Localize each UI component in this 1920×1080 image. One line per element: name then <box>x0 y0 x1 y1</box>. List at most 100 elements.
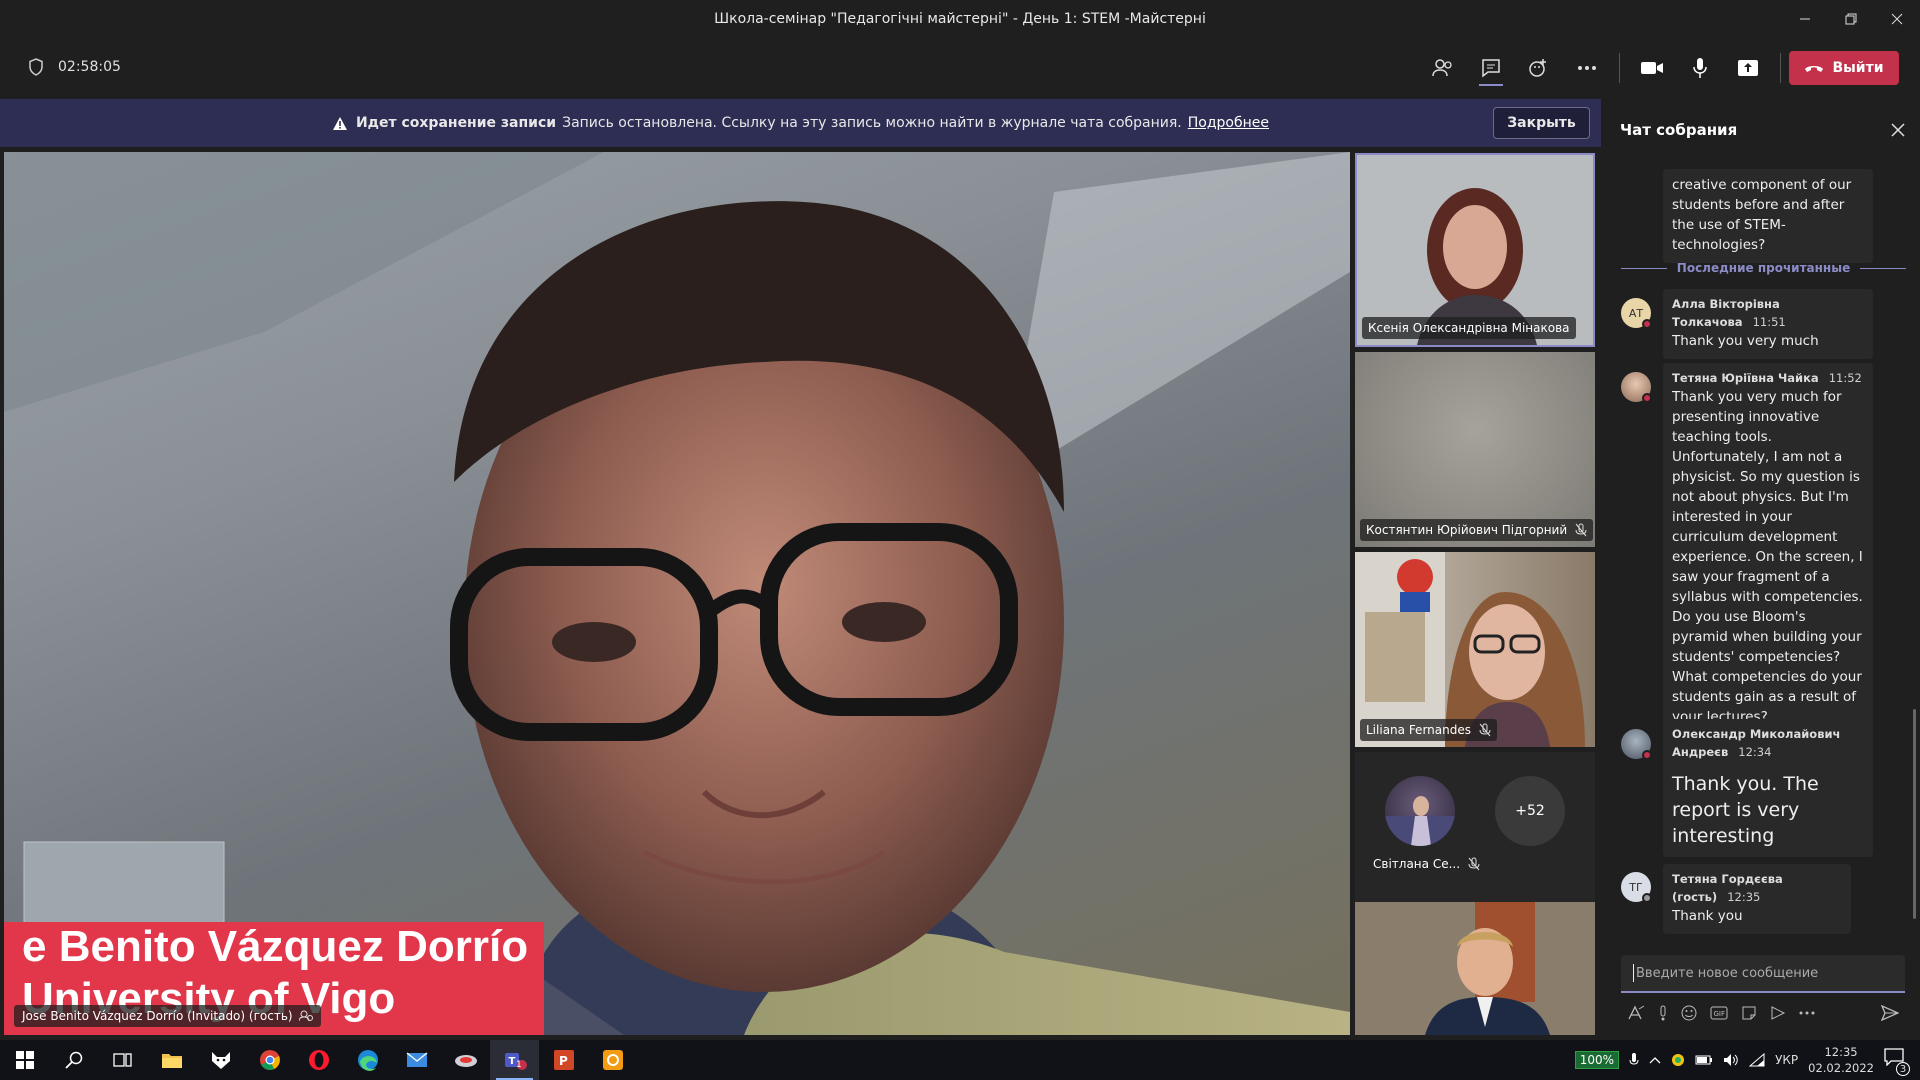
participant-avatar-small[interactable] <box>1385 776 1455 846</box>
message-time: 12:34 <box>1738 745 1772 759</box>
status-dot <box>1642 393 1652 403</box>
chat-icon <box>1482 59 1500 78</box>
status-dot <box>1642 750 1652 760</box>
notifications-button[interactable]: 3 <box>1884 1048 1910 1076</box>
opera-button[interactable] <box>294 1040 343 1080</box>
volume-icon[interactable] <box>1723 1053 1739 1067</box>
restore-icon <box>1845 13 1857 25</box>
mail-button[interactable] <box>392 1040 441 1080</box>
lower-third-name: e Benito Vázquez Dorrío <box>22 922 529 971</box>
chat-header: Чат собрания <box>1620 99 1905 161</box>
notification-count: 3 <box>1896 1062 1910 1076</box>
toolbar-separator-2 <box>1780 53 1781 83</box>
status-dot <box>1642 893 1652 903</box>
battery-icon[interactable] <box>1695 1054 1713 1066</box>
banner-bold-text: Идет сохранение записи <box>355 115 557 131</box>
app-icon <box>454 1055 477 1067</box>
language-indicator[interactable]: УКР <box>1775 1053 1798 1067</box>
participant-label-3: Liliana Fernandes <box>1360 719 1497 741</box>
main-video[interactable]: e Benito Vázquez Dorrío University of Vi… <box>4 152 1350 1035</box>
chrome-button[interactable] <box>245 1040 294 1080</box>
participant-name-1: Ксенія Олександрівна Мінакова <box>1368 321 1570 335</box>
app-cloud-button[interactable] <box>441 1040 490 1080</box>
app-fox-button[interactable] <box>196 1040 245 1080</box>
banner-close-button[interactable]: Закрыть <box>1493 107 1590 139</box>
chat-title: Чат собрания <box>1620 121 1738 139</box>
last-read-label: Последние прочитанные <box>1676 261 1851 275</box>
author-avatar[interactable]: АТ <box>1621 298 1652 329</box>
zoom-indicator[interactable]: 100% <box>1574 1051 1620 1069</box>
camera-button[interactable] <box>1628 48 1676 88</box>
participant-video-4 <box>1355 902 1595 1035</box>
participant-label-2: Костянтин Юрійович Підгорний <box>1360 519 1594 541</box>
search-button[interactable] <box>49 1040 98 1080</box>
start-button[interactable] <box>0 1040 49 1080</box>
chrome-icon <box>259 1050 280 1070</box>
message-text-2: Unfortunately, I am not a physicist. So … <box>1672 449 1863 725</box>
microphone-icon[interactable] <box>1629 1052 1639 1068</box>
avatar-photo <box>1385 796 1455 846</box>
task-view-button[interactable] <box>98 1040 147 1080</box>
format-icon[interactable] <box>1627 1005 1645 1021</box>
clock-time: 12:35 <box>1824 1045 1858 1059</box>
file-explorer-button[interactable] <box>147 1040 196 1080</box>
reactions-button[interactable] <box>1515 48 1563 88</box>
edge-button[interactable] <box>343 1040 392 1080</box>
main-video-name: Jose Benito Vázquez Dorrío (Invitado) (г… <box>22 1009 293 1023</box>
emoji-icon[interactable] <box>1681 1005 1697 1021</box>
close-window-button[interactable] <box>1874 0 1920 38</box>
chat-scrollbar[interactable] <box>1913 709 1916 919</box>
author-avatar[interactable] <box>1621 729 1652 760</box>
message-time: 11:52 <box>1828 371 1862 385</box>
message-meta: Алла Вікторівна Толкачова 11:51 <box>1672 295 1864 331</box>
participant-tile-1[interactable]: Ксенія Олександрівна Мінакова <box>1355 153 1595 347</box>
message-time: 11:51 <box>1752 315 1786 329</box>
microphone-button[interactable] <box>1676 48 1724 88</box>
participants-button[interactable] <box>1419 48 1467 88</box>
warning-icon <box>332 116 347 130</box>
chat-message[interactable]: Алла Вікторівна Толкачова 11:51 Thank you… <box>1663 289 1873 359</box>
sticker-icon[interactable] <box>1741 1005 1757 1021</box>
powerpoint-button[interactable]: P <box>539 1040 588 1080</box>
chat-button[interactable] <box>1467 48 1515 88</box>
app-orange-icon <box>602 1050 623 1070</box>
recording-banner: Идет сохранение записи Запись остановлен… <box>0 99 1601 147</box>
message-time: 12:35 <box>1727 890 1761 904</box>
message-text: Thank you very much for presenting innov… <box>1672 389 1842 445</box>
important-icon[interactable] <box>1658 1005 1668 1021</box>
author-avatar[interactable] <box>1621 372 1652 403</box>
minimize-button[interactable] <box>1782 0 1828 38</box>
gif-icon[interactable]: GIF <box>1710 1006 1728 1020</box>
task-view-icon <box>112 1053 132 1067</box>
more-participants-bubble[interactable]: +52 <box>1495 776 1565 846</box>
more-actions-button[interactable] <box>1563 48 1611 88</box>
chat-panel: Чат собрания creative component of our s… <box>1601 99 1920 1035</box>
windows-taskbar: T 1 P 100% УКР 12:35 02.02.2022 3 <box>0 1040 1920 1080</box>
share-screen-button[interactable] <box>1724 48 1772 88</box>
send-icon[interactable] <box>1881 1005 1899 1021</box>
participant-tile-2[interactable]: Костянтин Юрійович Підгорний <box>1355 352 1595 547</box>
chevron-up-icon[interactable] <box>1649 1056 1661 1064</box>
participant-tile-3[interactable]: Liliana Fernandes <box>1355 552 1595 747</box>
svg-text:P: P <box>559 1054 568 1068</box>
participant-tile-4[interactable] <box>1355 902 1595 1035</box>
leave-button[interactable]: Выйти <box>1789 51 1899 85</box>
app-orange-button[interactable] <box>588 1040 637 1080</box>
restore-button[interactable] <box>1828 0 1874 38</box>
chat-message[interactable]: Тетяна Юріївна Чайка 11:52 Thank you very… <box>1663 363 1873 735</box>
close-icon[interactable] <box>1891 123 1905 137</box>
chat-message[interactable]: Олександр Миколайович Андреєв 12:34 Thank… <box>1663 719 1873 857</box>
clock[interactable]: 12:35 02.02.2022 <box>1808 1044 1874 1076</box>
banner-learn-more-link[interactable]: Подробнее <box>1188 115 1269 131</box>
teams-button[interactable]: T 1 <box>490 1040 539 1080</box>
status-dot <box>1642 319 1652 329</box>
hangup-icon <box>1805 66 1824 72</box>
tray-app-icon[interactable] <box>1671 1053 1685 1067</box>
avatar-initials: АТ <box>1628 306 1644 320</box>
loop-icon[interactable] <box>1770 1005 1786 1021</box>
chat-message[interactable]: Тетяна Гордєєва (гость) 12:35 Thank you <box>1663 864 1851 934</box>
compose-input[interactable]: Введите новое сообщение <box>1621 955 1905 993</box>
author-avatar[interactable]: ТГ <box>1621 872 1652 903</box>
wifi-icon[interactable] <box>1749 1053 1765 1067</box>
more-icon[interactable] <box>1799 1010 1815 1016</box>
